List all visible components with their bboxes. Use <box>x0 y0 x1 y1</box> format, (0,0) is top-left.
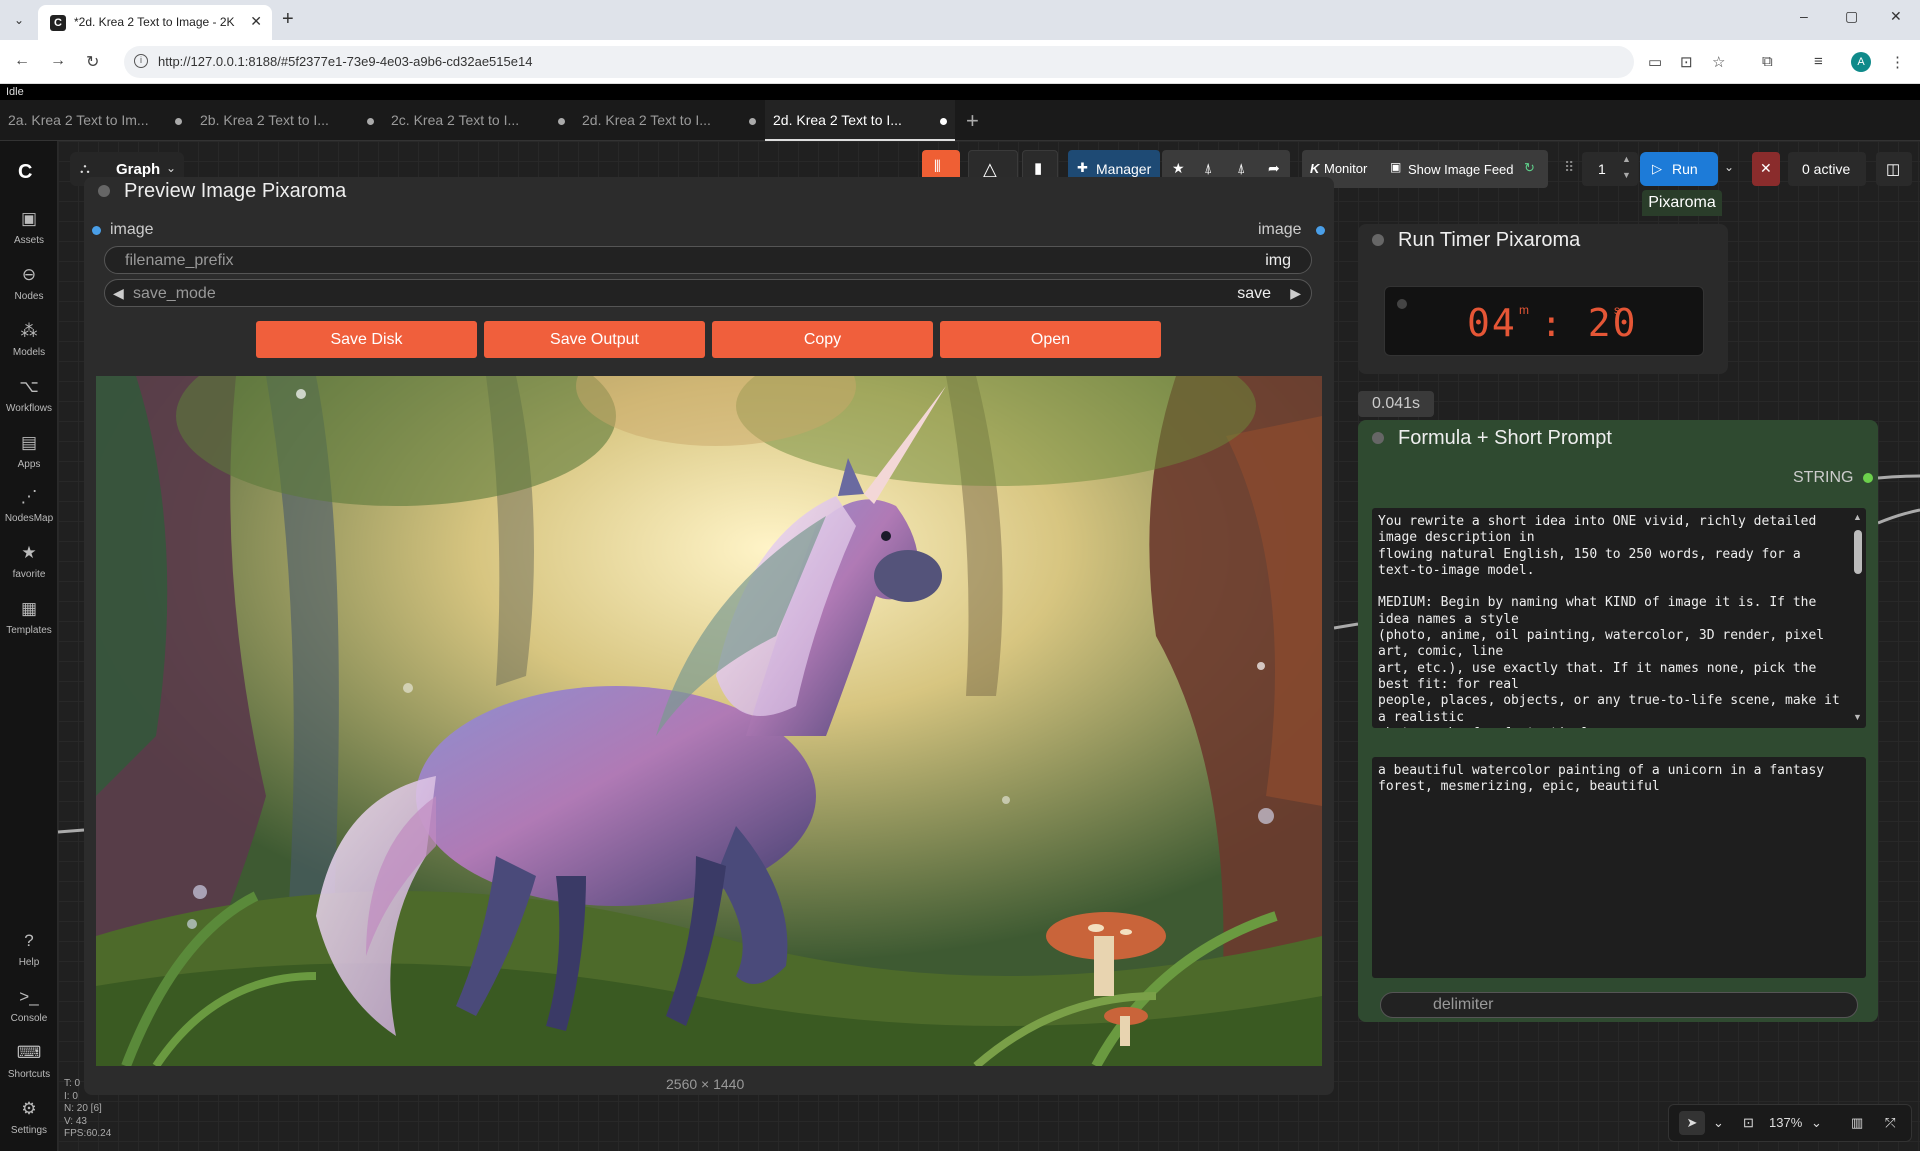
output-slot-icon[interactable] <box>1863 473 1873 483</box>
run-button[interactable]: ▷ Run <box>1640 152 1718 186</box>
show-image-feed-button[interactable]: Show Image Feed <box>1408 162 1514 177</box>
scroll-down-icon[interactable]: ▼ <box>1853 712 1862 722</box>
input-slot-icon[interactable] <box>92 226 101 235</box>
delimiter-field[interactable]: delimiter <box>1380 992 1858 1018</box>
copy-button[interactable]: Copy <box>712 321 933 358</box>
execution-time-badge: 0.041s <box>1358 391 1434 417</box>
widget-value: img <box>1265 252 1291 269</box>
node-title: Preview Image Pixaroma <box>124 180 347 202</box>
save-mode-combo[interactable]: ◀ save_mode save ▶ <box>104 279 1312 307</box>
monitor-group: K Monitor ▣ Show Image Feed ↻ <box>1302 150 1548 188</box>
increment-icon[interactable]: ▲ <box>1622 154 1631 164</box>
unicorn-painting <box>96 376 1322 1066</box>
arrow-right-icon[interactable]: ▶ <box>1290 285 1301 302</box>
zoom-level[interactable]: 137% <box>1769 1115 1802 1130</box>
star-icon[interactable]: ★ <box>1172 160 1185 177</box>
widget-value: save <box>1237 285 1271 302</box>
node-title: Formula + Short Prompt <box>1398 427 1612 449</box>
model-alt-icon[interactable]: ⍋ <box>1237 160 1245 177</box>
stat-line: FPS:60.24 <box>64 1128 112 1139</box>
widget-name: save_mode <box>133 285 216 302</box>
input-slot-label: image <box>110 221 154 238</box>
output-slot-icon[interactable] <box>1316 226 1325 235</box>
graph-icon: ⛬ <box>80 160 90 176</box>
stat-line: I: 0 <box>64 1090 78 1102</box>
status-dot-icon <box>1397 299 1407 309</box>
node-collapse-icon[interactable] <box>98 185 110 197</box>
chevron-down-icon[interactable]: ⌄ <box>1811 1115 1822 1131</box>
minimap-icon[interactable]: ▥ <box>1851 1115 1863 1131</box>
manager-label: Manager <box>1096 161 1152 177</box>
bars-icon: ⫴ <box>934 159 941 176</box>
queue-count-value: 1 <box>1598 161 1606 177</box>
fit-view-icon[interactable]: ⊡ <box>1743 1115 1754 1131</box>
save-output-button[interactable]: Save Output <box>484 321 705 358</box>
open-button[interactable]: Open <box>940 321 1161 358</box>
bookmark-icon: ▮ <box>1034 160 1043 177</box>
timer-minutes: 04 <box>1467 301 1517 345</box>
image-feed-icon: ▣ <box>1390 160 1402 174</box>
panel-icon: ◫ <box>1886 161 1901 178</box>
monitor-label[interactable]: Monitor <box>1324 161 1367 176</box>
group-label[interactable]: Pixaroma <box>1642 190 1722 216</box>
canvas-controls: ➤ ⌄ ⊡ 137% ⌄ ▥ ⤱ <box>1668 1104 1912 1142</box>
decrement-icon[interactable]: ▼ <box>1622 170 1631 180</box>
save-disk-button[interactable]: Save Disk <box>256 321 477 358</box>
play-icon: ▷ <box>1652 161 1662 176</box>
output-slot-label: STRING <box>1793 469 1854 486</box>
timer-display: 04 : 20 m s <box>1384 286 1704 356</box>
run-options-chevron-icon[interactable]: ⌄ <box>1724 160 1734 174</box>
scrollbar-thumb[interactable] <box>1854 530 1862 574</box>
drag-handle-icon[interactable]: ⠿ <box>1564 159 1574 176</box>
preview-image <box>96 376 1322 1066</box>
scroll-up-icon[interactable]: ▲ <box>1853 512 1862 522</box>
model-icon[interactable]: ⍋ <box>1204 160 1212 177</box>
graph-label: Graph <box>116 161 161 178</box>
timer-seconds: 20 <box>1587 301 1638 345</box>
close-icon: ✕ <box>1760 160 1772 176</box>
interrupt-button[interactable]: ✕ <box>1752 152 1780 186</box>
monitor-k-icon: K <box>1310 161 1320 176</box>
timer-digits: 04 : 20 <box>1467 301 1638 345</box>
share-icon[interactable]: ➦ <box>1268 160 1280 177</box>
chevron-down-icon[interactable]: ⌄ <box>1713 1115 1724 1131</box>
node-collapse-icon[interactable] <box>1372 234 1384 246</box>
system-prompt-textarea[interactable]: You rewrite a short idea into ONE vivid,… <box>1372 508 1866 728</box>
refresh-icon[interactable]: ↻ <box>1524 160 1535 176</box>
arrow-left-icon[interactable]: ◀ <box>113 285 124 302</box>
filename-prefix-field[interactable]: filename_prefix img <box>104 246 1312 274</box>
stat-line: N: 20 [6] <box>64 1103 102 1114</box>
canvas-stats: T: 0 I: 0 N: 20 [6] V: 43 FPS:60.24 <box>64 1078 111 1141</box>
active-queue-button[interactable]: 0 active <box>1788 152 1866 186</box>
user-prompt-textarea[interactable]: a beautiful watercolor painting of a uni… <box>1372 757 1866 978</box>
run-label: Run <box>1672 161 1698 177</box>
chevron-down-icon: ⌄ <box>166 161 177 175</box>
puzzle-icon: ✚ <box>1077 160 1088 175</box>
node-collapse-icon[interactable] <box>1372 432 1384 444</box>
image-dimensions: 2560 × 1440 <box>666 1076 745 1092</box>
stat-line: T: 0 <box>64 1078 81 1089</box>
node-title: Run Timer Pixaroma <box>1398 229 1581 251</box>
toggle-panel-button[interactable]: ◫ <box>1876 152 1912 186</box>
output-slot-label: image <box>1258 221 1302 238</box>
select-pointer-icon[interactable]: ➤ <box>1679 1111 1705 1135</box>
textarea-scrollbar[interactable]: ▲ ▼ <box>1851 512 1865 726</box>
widget-name: filename_prefix <box>125 252 234 269</box>
minutes-unit: m <box>1519 303 1529 317</box>
active-label: 0 active <box>1802 161 1851 177</box>
queue-count-stepper[interactable]: 1 ▲ ▼ <box>1582 152 1638 186</box>
stat-line: V: 43 <box>64 1115 87 1127</box>
seconds-unit: s <box>1614 303 1620 317</box>
hide-links-icon[interactable]: ⤱ <box>1885 1115 1895 1131</box>
